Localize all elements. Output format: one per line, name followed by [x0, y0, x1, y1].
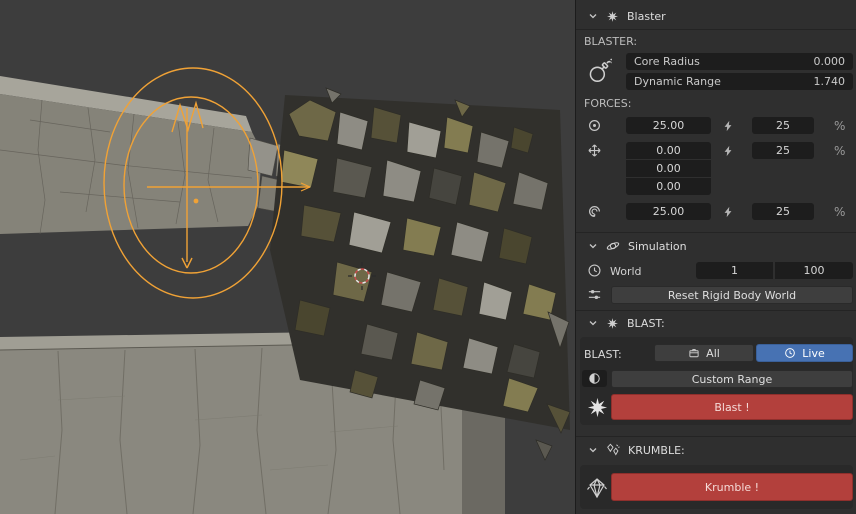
separator — [576, 310, 856, 311]
blast-star-icon — [606, 317, 619, 330]
blast-live-label: Live — [802, 346, 825, 360]
viewport-3d[interactable] — [0, 0, 575, 514]
frame-end-value: 100 — [803, 264, 825, 277]
separator — [576, 436, 856, 437]
force2-x-field[interactable]: 0.00 — [626, 142, 711, 159]
force2-percent: 25 — [776, 144, 790, 157]
frame-start-value: 1 — [731, 264, 738, 277]
separator — [576, 232, 856, 233]
dynamic-range-label: Dynamic Range — [634, 75, 721, 88]
blast-live-button[interactable]: Live — [756, 344, 853, 362]
frame-end-field[interactable]: 100 — [775, 262, 853, 279]
blaster-section-label: BLASTER: — [584, 35, 638, 48]
blast-all-button[interactable]: All — [654, 344, 754, 362]
chevron-down-icon[interactable] — [588, 318, 598, 328]
directional-force-icon — [586, 142, 603, 159]
animate-decorator-icon[interactable] — [721, 144, 735, 158]
blaster-star-icon — [606, 10, 619, 23]
simulation-section-title: Simulation — [628, 239, 687, 253]
separator — [576, 29, 856, 30]
blast-button-label: Blast ! — [714, 400, 750, 414]
krumble-button-label: Krumble ! — [704, 480, 760, 494]
addon-sidebar-panel: Blaster BLASTER: Core Radius 0.000 Dynam… — [575, 0, 856, 514]
force1-percent: 25 — [776, 119, 790, 132]
force2-x-value: 0.00 — [656, 144, 681, 157]
forces-section-label: FORCES: — [584, 97, 632, 110]
point-force-icon — [586, 117, 603, 134]
clock-icon — [784, 347, 796, 359]
krumble-button[interactable]: Krumble ! — [611, 473, 853, 501]
force1-percent-field[interactable]: 25 — [752, 117, 814, 134]
force1-value-field[interactable]: 25.00 — [626, 117, 711, 134]
frame-start-field[interactable]: 1 — [696, 262, 773, 279]
bomb-icon — [584, 52, 614, 90]
blast-button[interactable]: Blast ! — [611, 394, 853, 420]
force3-percent: 25 — [776, 205, 790, 218]
blast-burst-icon — [584, 394, 610, 420]
krumble-section-header[interactable]: KRUMBLE: — [588, 441, 685, 459]
vortex-force-icon — [586, 203, 603, 220]
reset-rigid-body-world-button[interactable]: Reset Rigid Body World — [611, 286, 853, 304]
rigid-body-settings-icon — [586, 286, 603, 303]
simulation-section-header[interactable]: Simulation — [588, 237, 687, 255]
blast-all-label: All — [706, 346, 720, 360]
force3-value-field[interactable]: 25.00 — [626, 203, 711, 220]
force1-value: 25.00 — [652, 119, 685, 132]
krumble-shards-icon — [606, 443, 620, 457]
custom-range-button[interactable]: Custom Range — [611, 370, 853, 388]
chevron-down-icon[interactable] — [588, 241, 598, 251]
custom-range-label: Custom Range — [691, 372, 773, 386]
force2-y-field[interactable]: 0.00 — [626, 160, 711, 177]
core-radius-slider[interactable]: Core Radius 0.000 — [626, 53, 853, 70]
force3-value: 25.00 — [652, 205, 685, 218]
dynamic-range-value: 1.740 — [813, 75, 846, 88]
core-radius-value: 0.000 — [813, 55, 846, 68]
chevron-down-icon[interactable] — [588, 11, 598, 21]
reset-rigid-body-world-label: Reset Rigid Body World — [667, 288, 797, 302]
force2-percent-field[interactable]: 25 — [752, 142, 814, 159]
contrast-icon — [588, 372, 601, 385]
custom-range-toggle[interactable] — [582, 370, 607, 387]
blaster-panel-title: Blaster — [627, 9, 666, 23]
chevron-down-icon[interactable] — [588, 445, 598, 455]
archive-box-icon — [688, 347, 700, 359]
animate-decorator-icon[interactable] — [721, 119, 735, 133]
force2-z-value: 0.00 — [656, 180, 681, 193]
force3-percent-field[interactable]: 25 — [752, 203, 814, 220]
force2-y-value: 0.00 — [656, 162, 681, 175]
force2-z-field[interactable]: 0.00 — [626, 178, 711, 195]
krumble-section-title: KRUMBLE: — [628, 443, 685, 457]
core-radius-label: Core Radius — [634, 55, 700, 68]
blast-section-title: BLAST: — [627, 316, 665, 330]
blast-section-header[interactable]: BLAST: — [588, 314, 665, 332]
world-label: World — [610, 265, 642, 278]
percent-icon: % — [834, 205, 846, 219]
krumble-gem-icon — [583, 474, 610, 501]
physics-icon — [606, 239, 620, 253]
percent-icon: % — [834, 119, 846, 133]
animate-decorator-icon[interactable] — [721, 205, 735, 219]
dynamic-range-slider[interactable]: Dynamic Range 1.740 — [626, 73, 853, 90]
percent-icon: % — [834, 144, 846, 158]
blast-row-label: BLAST: — [584, 348, 622, 361]
blaster-panel-header[interactable]: Blaster — [588, 7, 666, 25]
clock-icon — [586, 262, 603, 279]
